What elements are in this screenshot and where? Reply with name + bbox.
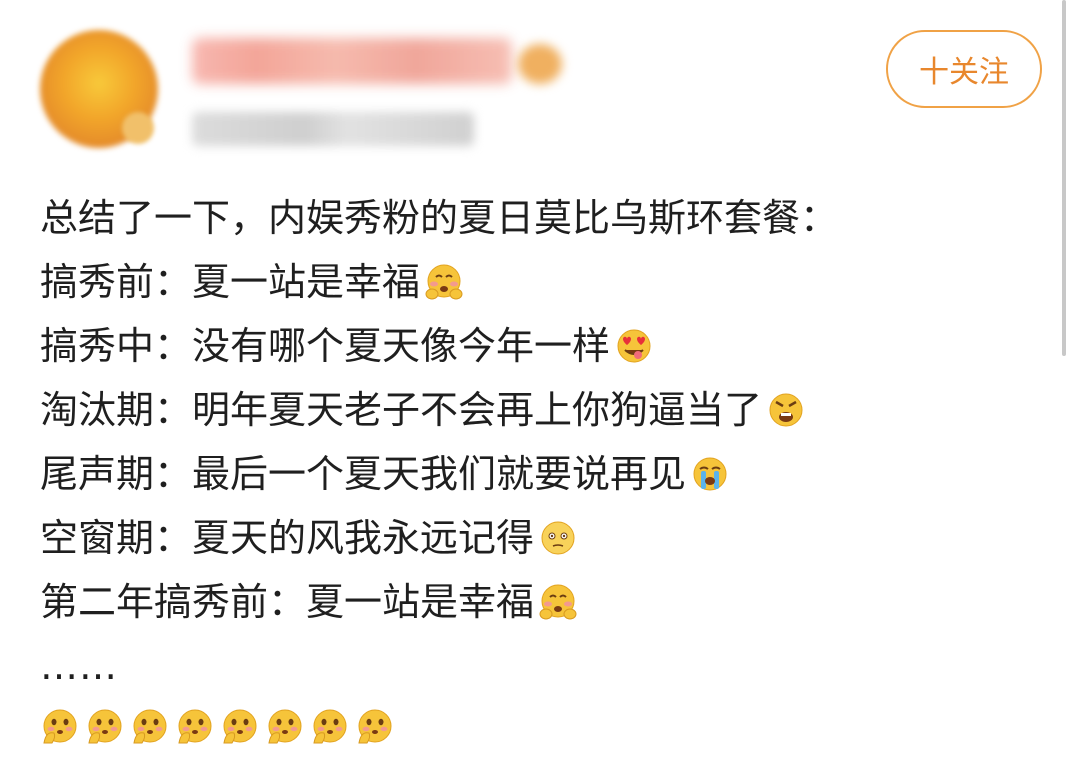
post-line: 搞秀中：没有哪个夏天像今年一样 — [40, 314, 1040, 378]
thinking-hand-emoji-icon — [313, 709, 347, 744]
blush-hands-emoji-icon — [539, 584, 577, 620]
user-level-badge-icon — [518, 44, 562, 84]
post-line-text: 搞秀前：夏一站是幸福 — [40, 260, 421, 304]
post-line-text: 第二年搞秀前：夏一站是幸福 — [40, 580, 535, 624]
post-line-text: 空窗期：夏天的风我永远记得 — [40, 516, 535, 560]
post-line: 空窗期：夏天的风我永远记得 — [40, 506, 1040, 570]
follow-button[interactable]: 十关注 — [886, 30, 1042, 108]
post-line-text: 尾声期：最后一个夏天我们就要说再见 — [40, 452, 687, 496]
thinking-hand-emoji-icon — [223, 709, 257, 744]
angry-shouting-emoji-icon — [769, 393, 803, 427]
post-header: 十关注 — [0, 0, 1070, 170]
ellipsis: …… — [40, 644, 118, 688]
post-line-text: 总结了一下，内娱秀粉的夏日莫比乌斯环套餐： — [40, 196, 839, 240]
thinking-hand-emoji-icon — [358, 709, 392, 744]
post-line: 尾声期：最后一个夏天我们就要说再见 — [40, 442, 1040, 506]
post-line: 搞秀前：夏一站是幸福 — [40, 250, 1040, 314]
post-line: 第二年搞秀前：夏一站是幸福 — [40, 570, 1040, 634]
post-line-text: 淘汰期：明年夏天老子不会再上你狗逼当了 — [40, 388, 763, 432]
post-line: 总结了一下，内娱秀粉的夏日莫比乌斯环套餐： — [40, 186, 1040, 250]
follow-button-label: 十关注 — [919, 55, 1009, 90]
blush-hands-emoji-icon — [425, 264, 463, 300]
verified-badge-icon — [122, 112, 154, 144]
thinking-hand-emoji-icon — [43, 709, 77, 744]
post-line-text: 搞秀中：没有哪个夏天像今年一样 — [40, 324, 611, 368]
thinking-hand-emoji-icon — [268, 709, 302, 744]
thinking-hand-emoji-icon — [133, 709, 167, 744]
thinking-hand-emoji-icon — [178, 709, 212, 744]
heart-eyes-tongue-emoji-icon — [617, 329, 651, 363]
trailing-emoji-row — [40, 698, 1040, 756]
scrollbar[interactable] — [1062, 0, 1066, 356]
post-body: 总结了一下，内娱秀粉的夏日莫比乌斯环套餐： 搞秀前：夏一站是幸福 搞秀中：没有哪… — [40, 186, 1040, 756]
thinking-hand-emoji-icon — [88, 709, 122, 744]
post-meta-blurred — [192, 112, 474, 146]
dazed-emoji-icon — [541, 521, 575, 555]
post-line: 淘汰期：明年夏天老子不会再上你狗逼当了 — [40, 378, 1040, 442]
crying-emoji-icon — [693, 457, 727, 491]
username-blurred[interactable] — [192, 38, 512, 84]
